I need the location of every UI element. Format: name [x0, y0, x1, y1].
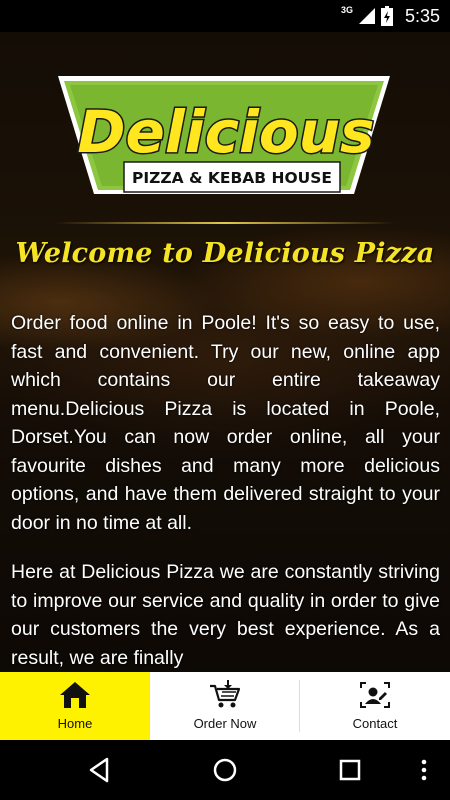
status-time: 5:35 [404, 5, 440, 26]
nav-contact[interactable]: Contact [300, 672, 450, 740]
recents-icon[interactable] [335, 755, 365, 785]
nav-home[interactable]: Home [0, 672, 150, 740]
home-button-icon[interactable] [210, 755, 240, 785]
divider [55, 222, 395, 224]
welcome-title: Welcome to Delicious Pizza [15, 238, 435, 269]
status-bar: 3G 5:35 [0, 0, 450, 32]
contact-icon [360, 682, 390, 708]
back-icon[interactable] [85, 755, 115, 785]
cart-icon [210, 680, 241, 708]
main-content[interactable]: Delicious PIZZA & KEBAB HOUSE Welcome to… [0, 32, 450, 672]
signal-icon [358, 8, 375, 24]
bottom-nav: Home Order Now Contact [0, 672, 450, 740]
status-icons: 3G 5:35 [341, 0, 440, 32]
network-type: 3G [340, 5, 353, 15]
system-nav-bar [0, 740, 450, 800]
service-paragraph: Here at Delicious Pizza we are constantl… [11, 561, 440, 669]
battery-icon [380, 6, 393, 26]
svg-text:Delicious: Delicious [77, 98, 374, 166]
nav-order-label: Order Now [193, 716, 257, 731]
svg-text:PIZZA & KEBAB HOUSE: PIZZA & KEBAB HOUSE [132, 169, 332, 187]
delicious-logo: Delicious PIZZA & KEBAB HOUSE [58, 76, 390, 194]
more-options-icon[interactable] [414, 755, 434, 785]
nav-home-label: Home [57, 716, 93, 731]
nav-contact-label: Contact [352, 716, 398, 731]
home-icon [60, 682, 90, 708]
nav-order-now[interactable]: Order Now [150, 672, 300, 740]
intro-paragraph: Order food online in Poole! It's so easy… [11, 312, 440, 534]
